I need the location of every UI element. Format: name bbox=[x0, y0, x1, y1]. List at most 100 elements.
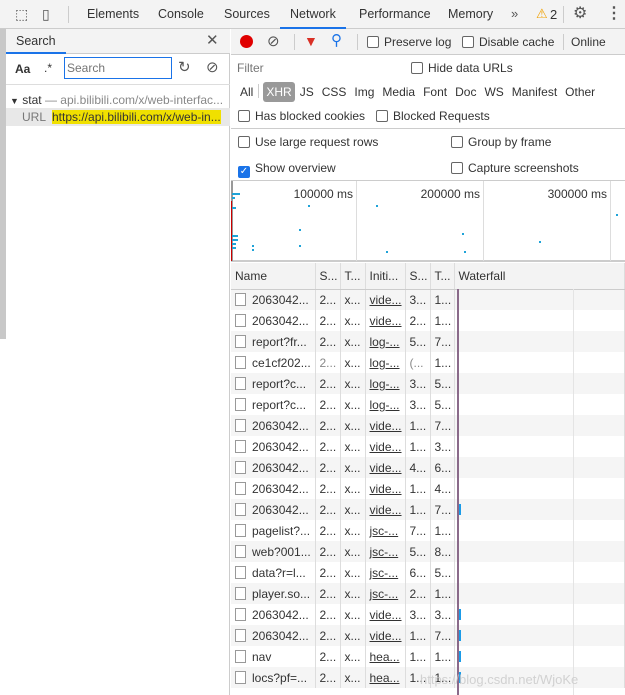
request-initiator[interactable]: jsc-... bbox=[365, 583, 406, 604]
type-filter-all[interactable]: All bbox=[237, 82, 256, 102]
request-initiator[interactable]: vide... bbox=[365, 499, 406, 520]
table-row[interactable]: report?c... 2... x... log-... 3... 5... bbox=[231, 394, 625, 415]
inspect-element-icon[interactable]: ⬚ bbox=[15, 7, 28, 21]
request-initiator[interactable]: vide... bbox=[365, 436, 406, 457]
devtools-tab-bar: ⬚ ▯ Elements Console Sources Network Per… bbox=[0, 0, 625, 29]
type-filter-js[interactable]: JS bbox=[297, 82, 317, 102]
table-row[interactable]: player.so... 2... x... jsc-... 2... 1... bbox=[231, 583, 625, 604]
table-row[interactable]: report?fr... 2... x... log-... 5... 7... bbox=[231, 331, 625, 352]
show-overview-checkbox[interactable]: ✓ Show overview bbox=[238, 161, 336, 178]
tab-elements[interactable]: Elements bbox=[87, 0, 139, 29]
search-icon[interactable]: ⚲ bbox=[331, 33, 342, 48]
search-tab[interactable]: Search bbox=[6, 29, 66, 54]
network-overview[interactable]: 100000 ms 200000 ms 300000 ms bbox=[231, 180, 625, 262]
request-status-text: 2... bbox=[319, 292, 337, 307]
table-row[interactable]: ce1cf202... 2... x... log-... (... 1... bbox=[231, 352, 625, 373]
type-filter-doc[interactable]: Doc bbox=[452, 82, 479, 102]
refresh-icon[interactable]: ↻ bbox=[178, 60, 191, 75]
type-filter-xhr[interactable]: XHR bbox=[263, 82, 295, 102]
column-header-status[interactable]: S... bbox=[315, 263, 341, 290]
table-row[interactable]: pagelist?... 2... x... jsc-... 7... 1... bbox=[231, 520, 625, 541]
group-by-frame-checkbox[interactable]: Group by frame bbox=[451, 135, 551, 149]
table-row[interactable]: 2063042... 2... x... vide... 2... 1... bbox=[231, 310, 625, 331]
table-row[interactable]: 2063042... 2... x... vide... 4... 6... bbox=[231, 457, 625, 478]
filter-input[interactable] bbox=[234, 58, 398, 78]
request-initiator[interactable]: vide... bbox=[365, 604, 406, 625]
request-initiator[interactable]: log-... bbox=[365, 331, 406, 352]
table-row[interactable]: nav 2... x... hea... 1... 1... bbox=[231, 646, 625, 667]
request-initiator[interactable]: vide... bbox=[365, 415, 406, 436]
blocked-requests-checkbox[interactable]: Blocked Requests bbox=[376, 109, 490, 123]
tab-sources[interactable]: Sources bbox=[224, 0, 270, 29]
regex-button[interactable]: .* bbox=[44, 61, 52, 75]
capture-screenshots-checkbox[interactable]: Capture screenshots bbox=[451, 161, 579, 175]
throttling-select[interactable]: Online bbox=[571, 35, 606, 49]
blocked-cookies-checkbox[interactable]: Has blocked cookies bbox=[238, 109, 365, 123]
tab-console[interactable]: Console bbox=[158, 0, 204, 29]
column-header-time[interactable]: T... bbox=[430, 263, 455, 290]
type-filter-media[interactable]: Media bbox=[379, 82, 418, 102]
preserve-log-checkbox[interactable]: Preserve log bbox=[367, 35, 451, 49]
table-row[interactable]: web?001... 2... x... jsc-... 5... 8... bbox=[231, 541, 625, 562]
request-initiator[interactable]: hea... bbox=[365, 667, 406, 688]
table-row[interactable]: 2063042... 2... x... vide... 1... 7... bbox=[231, 499, 625, 520]
request-initiator[interactable]: vide... bbox=[365, 478, 406, 499]
request-size-text: 1... bbox=[409, 439, 427, 454]
search-input[interactable] bbox=[64, 57, 172, 79]
clear-log-icon[interactable]: ⊘ bbox=[267, 34, 280, 49]
warning-icon[interactable]: ⚠ bbox=[536, 7, 548, 20]
tab-performance[interactable]: Performance bbox=[359, 0, 431, 29]
table-row[interactable]: 2063042... 2... x... vide... 1... 3... bbox=[231, 436, 625, 457]
table-row[interactable]: 2063042... 2... x... vide... 1... 7... bbox=[231, 415, 625, 436]
more-tabs-icon[interactable]: » bbox=[511, 7, 518, 20]
match-case-button[interactable]: Aa bbox=[15, 62, 30, 76]
close-icon[interactable]: ✕ bbox=[206, 33, 219, 48]
column-header-type[interactable]: T... bbox=[340, 263, 366, 290]
tab-network[interactable]: Network bbox=[280, 0, 346, 29]
column-header-size[interactable]: S... bbox=[405, 263, 431, 290]
type-filter-ws[interactable]: WS bbox=[481, 82, 506, 102]
type-filter-css[interactable]: CSS bbox=[319, 82, 350, 102]
table-row[interactable]: 2063042... 2... x... vide... 3... 1... bbox=[231, 289, 625, 310]
search-result-group[interactable]: ▼ stat — api.bilibili.com/x/web-interfac… bbox=[10, 93, 230, 107]
search-result-line[interactable]: URL https://api.bilibili.com/x/web-in... bbox=[6, 108, 230, 126]
request-initiator[interactable]: log-... bbox=[365, 352, 406, 373]
disable-cache-checkbox[interactable]: Disable cache bbox=[462, 35, 554, 49]
table-row[interactable]: report?c... 2... x... log-... 3... 5... bbox=[231, 373, 625, 394]
request-initiator[interactable]: vide... bbox=[365, 457, 406, 478]
request-type-text: x... bbox=[344, 481, 361, 496]
table-row[interactable]: 2063042... 2... x... vide... 3... 3... bbox=[231, 604, 625, 625]
column-header-waterfall[interactable]: Waterfall bbox=[454, 263, 625, 290]
capture-screenshots-label: Capture screenshots bbox=[468, 161, 579, 175]
request-initiator[interactable]: log-... bbox=[365, 394, 406, 415]
filter-icon[interactable]: ▼ bbox=[304, 34, 318, 48]
type-filter-img[interactable]: Img bbox=[351, 82, 377, 102]
type-filter-font[interactable]: Font bbox=[420, 82, 450, 102]
table-row[interactable]: 2063042... 2... x... vide... 1... 7... bbox=[231, 625, 625, 646]
more-options-icon[interactable]: ⋮ bbox=[606, 6, 622, 22]
column-header-name[interactable]: Name bbox=[231, 263, 316, 290]
type-filter-other[interactable]: Other bbox=[562, 82, 598, 102]
request-initiator[interactable]: jsc-... bbox=[365, 520, 406, 541]
type-filter-manifest[interactable]: Manifest bbox=[509, 82, 560, 102]
request-initiator-text: vide... bbox=[369, 607, 402, 622]
request-initiator[interactable]: vide... bbox=[365, 625, 406, 646]
warning-count[interactable]: 2 bbox=[550, 7, 557, 22]
table-row[interactable]: data?r=l... 2... x... jsc-... 6... 5... bbox=[231, 562, 625, 583]
request-initiator[interactable]: hea... bbox=[365, 646, 406, 667]
request-initiator[interactable]: jsc-... bbox=[365, 562, 406, 583]
request-initiator[interactable]: vide... bbox=[365, 310, 406, 331]
device-toolbar-icon[interactable]: ▯ bbox=[42, 7, 50, 21]
column-header-initiator[interactable]: Initi... bbox=[365, 263, 406, 290]
request-initiator[interactable]: jsc-... bbox=[365, 541, 406, 562]
scrollbar[interactable] bbox=[0, 29, 6, 339]
clear-icon[interactable]: ⊘ bbox=[206, 60, 219, 75]
table-row[interactable]: 2063042... 2... x... vide... 1... 4... bbox=[231, 478, 625, 499]
record-icon[interactable] bbox=[240, 35, 253, 48]
request-initiator[interactable]: log-... bbox=[365, 373, 406, 394]
hide-data-urls-checkbox[interactable]: Hide data URLs bbox=[411, 61, 513, 75]
settings-gear-icon[interactable]: ⚙ bbox=[573, 6, 587, 22]
large-rows-checkbox[interactable]: Use large request rows bbox=[238, 135, 378, 149]
request-initiator[interactable]: vide... bbox=[365, 289, 406, 310]
tab-memory[interactable]: Memory bbox=[448, 0, 493, 29]
